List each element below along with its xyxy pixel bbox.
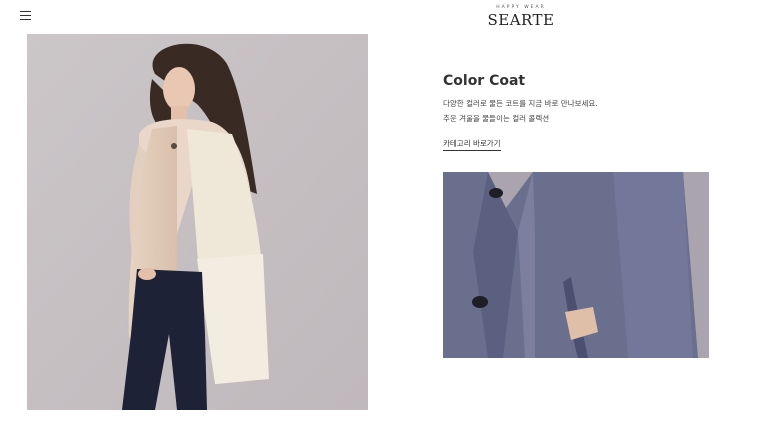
brand-logo[interactable]: HAPPY WEAR SEARTE [478,5,564,29]
product-description-line-1: 다양한 컬러로 물든 코트를 지금 바로 만나보세요. [443,99,598,108]
product-title: Color Coat [443,73,526,89]
menu-line [20,11,31,13]
product-description-line-2: 추운 겨울을 물들이는 컬러 콜렉션 [443,114,550,123]
menu-line [20,15,31,17]
logo-text: SEARTE [487,11,555,29]
category-shortcut-link[interactable]: 카테고리 바로가기 [443,139,501,151]
detail-image [443,172,709,358]
hero-image [27,34,368,410]
page: HAPPY WEAR SEARTE Color Coat 다양한 컬러로 물든 … [0,0,773,441]
hamburger-menu-icon[interactable] [20,10,32,21]
menu-line [20,19,31,21]
